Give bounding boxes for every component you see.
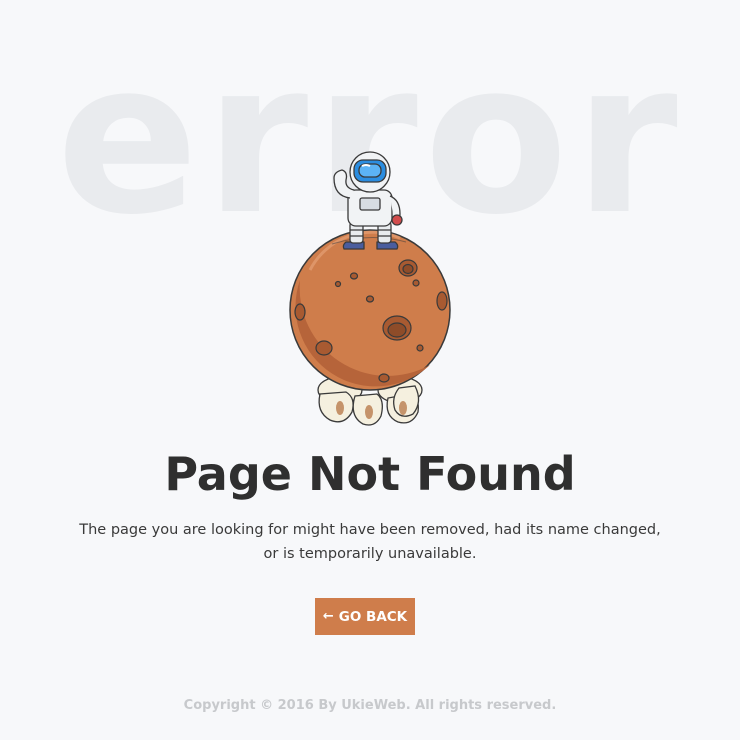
page-title: Page Not Found [164,447,576,501]
go-back-button[interactable]: ← GO BACK [315,598,415,635]
error-page: error Page Not Found The page you are lo… [0,0,740,740]
error-message-line-2: or is temporarily unavailable. [263,546,477,562]
astronaut-on-planet-illustration [289,151,451,426]
error-message: The page you are looking for might have … [70,518,670,566]
go-back-label: GO BACK [338,608,408,625]
arrow-left-icon: ← [322,609,334,624]
error-message-line-1: The page you are looking for might have … [79,522,661,538]
planet [289,229,451,391]
footer-copyright: Copyright © 2016 By UkieWeb. All rights … [183,698,557,713]
